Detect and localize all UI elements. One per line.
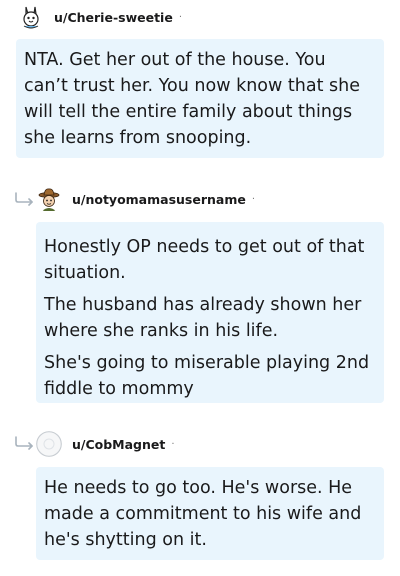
comment-header: u/CobMagnet · <box>36 427 384 461</box>
reply-arrow-icon <box>15 192 33 206</box>
comment-header: u/Cherie-sweetie · <box>16 0 384 34</box>
comment-1: u/Cherie-sweetie · NTA. Get her out of t… <box>16 0 384 158</box>
rabbit-avatar-icon[interactable] <box>18 4 44 30</box>
comment-text: He needs to go too. He's worse. He made … <box>44 478 362 550</box>
cowboy-hat-avatar-icon[interactable] <box>36 186 62 212</box>
comment-body: Honestly OP needs to get out of that sit… <box>36 222 384 403</box>
reply-arrow-icon <box>15 436 33 450</box>
separator-dot: · <box>171 438 175 450</box>
comment-text: Honestly OP needs to get out of that sit… <box>44 237 365 283</box>
username[interactable]: u/Cherie-sweetie <box>54 10 173 25</box>
comment-text: She's going to miserable playing 2nd fid… <box>44 353 370 399</box>
username[interactable]: u/notyomamasusername <box>72 192 246 207</box>
default-avatar-icon[interactable] <box>36 431 62 457</box>
comment-text: NTA. Get her out of the house. You can’t… <box>24 50 360 148</box>
comment-3: u/CobMagnet · He needs to go too. He's w… <box>36 427 384 560</box>
separator-dot: · <box>251 193 256 205</box>
comment-2: u/notyomamasusername · Honestly OP needs… <box>36 182 384 403</box>
comment-body: NTA. Get her out of the house. You can’t… <box>16 39 384 158</box>
comment-text: The husband has already shown her where … <box>44 295 362 341</box>
separator-dot: · <box>178 11 182 23</box>
username[interactable]: u/CobMagnet <box>72 437 165 452</box>
comment-body: He needs to go too. He's worse. He made … <box>36 467 384 560</box>
comment-header: u/notyomamasusername · <box>36 182 384 216</box>
